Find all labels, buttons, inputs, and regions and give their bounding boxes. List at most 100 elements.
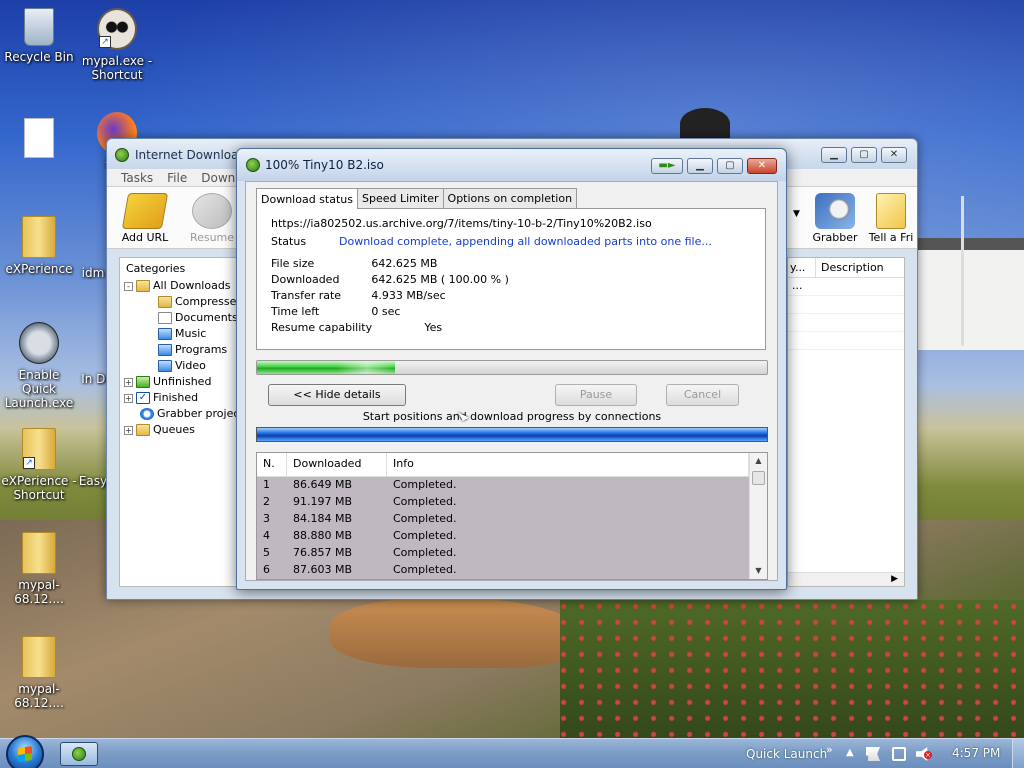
vertical-scrollbar[interactable]: ▲ ▼	[749, 453, 767, 579]
downloaded-row: Downloaded 642.625 MB ( 100.00 % )	[271, 273, 765, 289]
idm-app-icon	[72, 747, 86, 761]
connections-table[interactable]: N. Downloaded Info 1 86.649 MB Completed…	[256, 452, 768, 580]
column-header-truncated[interactable]: y...	[788, 258, 816, 277]
cell-downloaded: 91.197 MB	[293, 495, 353, 508]
table-row[interactable]: 1 86.649 MB Completed.	[257, 477, 750, 494]
category-label: Queues	[153, 423, 195, 436]
resume-button[interactable]: Resume	[184, 193, 240, 244]
download-url: https://ia802502.us.archive.org/7/items/…	[271, 217, 652, 230]
column-header-downloaded[interactable]: Downloaded	[287, 453, 387, 476]
transfer-rate-value: 4.933 MB/sec	[371, 289, 446, 302]
video-icon	[158, 360, 172, 372]
horizontal-scrollbar[interactable]: ▶	[788, 572, 904, 586]
show-hidden-icons-icon[interactable]: ▲	[846, 747, 854, 758]
toolbar-dropdown-arrow-icon[interactable]: ▼	[793, 209, 800, 219]
category-programs[interactable]: Programs	[124, 342, 238, 358]
add-url-icon	[121, 193, 169, 229]
tab-speed-limiter[interactable]: Speed Limiter	[356, 188, 444, 208]
category-documents[interactable]: Documents	[124, 310, 238, 326]
desktop-icon-recycle-bin[interactable]: Recycle Bin	[0, 8, 78, 64]
category-queues[interactable]: + Queues	[124, 422, 238, 438]
category-label: Video	[175, 359, 206, 372]
minimize-button[interactable]: ▁	[821, 147, 847, 163]
column-header-description[interactable]: Description	[816, 258, 884, 277]
list-item[interactable]: ...	[788, 278, 904, 296]
list-item[interactable]	[788, 332, 904, 350]
list-item[interactable]	[788, 296, 904, 314]
download-list[interactable]: y... Description ... ▶	[787, 257, 905, 587]
menu-tasks[interactable]: Tasks	[121, 171, 153, 186]
taskbar-item-idm[interactable]	[60, 742, 98, 766]
hide-details-button[interactable]: << Hide details	[268, 384, 406, 406]
chevron-right-icon[interactable]: »	[826, 743, 833, 756]
tell-a-friend-button[interactable]: Tell a Fri	[865, 193, 917, 244]
desktop-icon-mypal-archive-2[interactable]: mypal-68.12....	[0, 636, 78, 710]
action-center-flag-icon[interactable]	[866, 747, 880, 761]
tab-download-status[interactable]: Download status	[256, 188, 358, 209]
scroll-up-icon[interactable]: ▲	[750, 453, 767, 469]
cell-downloaded: 87.603 MB	[293, 563, 353, 576]
maximize-button[interactable]: ▢	[851, 147, 877, 163]
wallpaper-lighthouse	[680, 108, 730, 140]
expand-icon[interactable]: +	[124, 425, 133, 435]
minimize-button[interactable]: ▁	[687, 158, 713, 174]
start-button[interactable]	[6, 735, 44, 768]
download-list-header: y... Description	[788, 258, 904, 278]
wallpaper-house	[918, 250, 1024, 350]
collapse-icon[interactable]: -	[124, 281, 133, 291]
show-desktop-button[interactable]	[1012, 739, 1024, 768]
column-header-info[interactable]: Info	[387, 453, 749, 476]
category-finished[interactable]: + ✓ Finished	[124, 390, 238, 406]
category-music[interactable]: Music	[124, 326, 238, 342]
cell-number: 1	[263, 478, 270, 491]
zip-folder-icon	[22, 636, 56, 678]
table-row[interactable]: 5 76.857 MB Completed.	[257, 545, 750, 562]
taskbar-clock[interactable]: 4:57 PM	[952, 746, 1000, 760]
column-header-number[interactable]: N.	[257, 453, 287, 476]
expand-icon[interactable]: +	[124, 393, 133, 403]
scrollbar-thumb[interactable]	[752, 471, 765, 485]
scroll-down-icon[interactable]: ▼	[750, 563, 767, 579]
maximize-button[interactable]: ▢	[717, 158, 743, 174]
add-url-button[interactable]: Add URL	[117, 193, 173, 244]
menu-file[interactable]: File	[167, 171, 187, 186]
status-label: Status	[271, 235, 307, 248]
cell-info: Completed.	[393, 512, 457, 525]
close-button[interactable]: ✕	[881, 147, 907, 163]
download-progress-dialog[interactable]: 100% Tiny10 B2.iso ▬► ▁ ▢ ✕ Download sta…	[236, 148, 787, 590]
dialog-title-bar[interactable]: 100% Tiny10 B2.iso ▬► ▁ ▢ ✕	[237, 149, 786, 181]
table-row[interactable]: 4 88.880 MB Completed.	[257, 528, 750, 545]
desktop-icon-mypal-shortcut[interactable]: ↗ mypal.exe - Shortcut	[78, 8, 156, 82]
table-row[interactable]: 6 87.603 MB Completed.	[257, 562, 750, 579]
quick-launch-toolbar[interactable]: Quick Launch	[746, 747, 827, 761]
category-unfinished[interactable]: + Unfinished	[124, 374, 238, 390]
list-item[interactable]	[788, 314, 904, 332]
close-button[interactable]: ✕	[747, 158, 777, 174]
tab-options-on-completion[interactable]: Options on completion	[442, 188, 578, 208]
document-icon	[158, 312, 172, 324]
pause-button[interactable]: Pause	[555, 384, 637, 406]
quick-launch-app-icon	[19, 322, 59, 364]
table-row[interactable]: 3 84.184 MB Completed.	[257, 511, 750, 528]
category-video[interactable]: Video	[124, 358, 238, 374]
folder-icon	[136, 280, 150, 292]
cell-downloaded: 88.880 MB	[293, 529, 353, 542]
category-all-downloads[interactable]: - All Downloads	[124, 278, 238, 294]
time-left-label: Time left	[271, 305, 320, 318]
file-size-row: File size 642.625 MB	[271, 257, 765, 273]
expand-icon[interactable]: +	[124, 377, 133, 387]
mypal-icon: ↗	[97, 8, 137, 50]
category-grabber-projects[interactable]: Grabber projec	[124, 406, 239, 422]
desktop-icon-mypal-archive-1[interactable]: mypal-68.12....	[0, 532, 78, 606]
desktop-icon-file[interactable]	[0, 118, 78, 162]
network-icon[interactable]	[892, 747, 906, 761]
category-compressed[interactable]: Compresse	[124, 294, 238, 310]
desktop-icon-label: mypal.exe - Shortcut	[81, 54, 153, 82]
cancel-button[interactable]: Cancel	[666, 384, 739, 406]
scroll-right-icon[interactable]: ▶	[891, 574, 898, 584]
send-to-tray-button[interactable]: ▬►	[651, 158, 683, 174]
grabber-button[interactable]: Grabber	[807, 193, 863, 244]
categories-panel: Categories - All Downloads Compresse Docu…	[119, 257, 239, 587]
grabber-label: Grabber	[812, 231, 858, 244]
table-row[interactable]: 2 91.197 MB Completed.	[257, 494, 750, 511]
